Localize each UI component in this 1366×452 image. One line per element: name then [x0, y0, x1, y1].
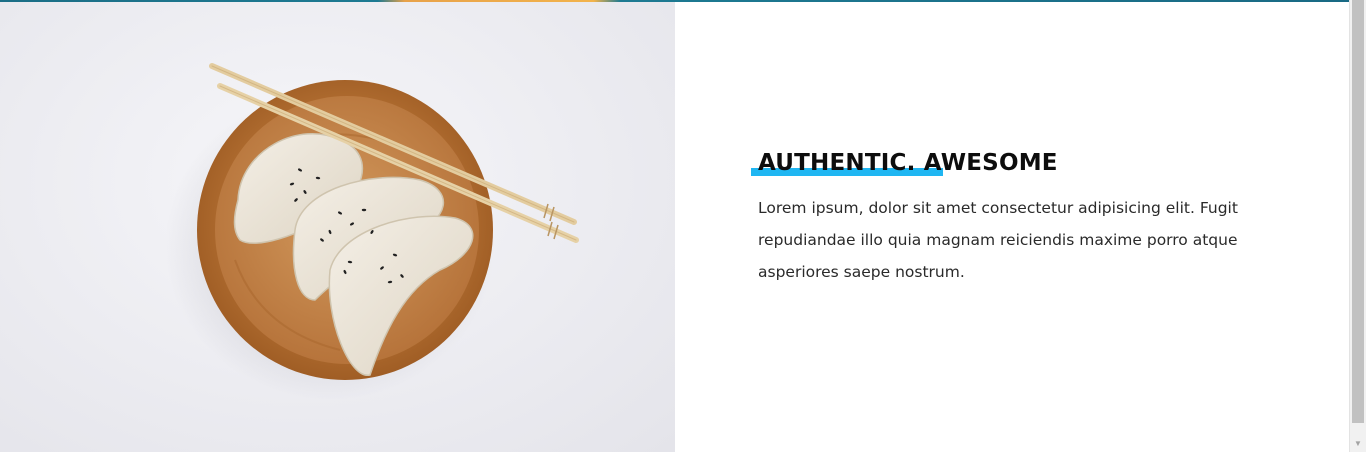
- vertical-scrollbar[interactable]: ▼: [1349, 0, 1366, 452]
- dumplings-plate-illustration: [165, 63, 579, 400]
- chevron-down-icon[interactable]: ▼: [1350, 435, 1366, 452]
- top-edge-strip: [0, 0, 1349, 2]
- section-body-text: Lorem ipsum, dolor sit amet consectetur …: [758, 199, 1238, 281]
- section-heading: AUTHENTIC. AWESOME: [758, 150, 1058, 176]
- heading-wrap: AUTHENTIC. AWESOME: [751, 148, 1058, 178]
- feature-text-block: AUTHENTIC. AWESOME Lorem ipsum, dolor si…: [751, 148, 1278, 288]
- scrollbar-thumb[interactable]: [1352, 0, 1364, 423]
- food-photo: [0, 0, 675, 452]
- page: AUTHENTIC. AWESOME Lorem ipsum, dolor si…: [0, 0, 1366, 452]
